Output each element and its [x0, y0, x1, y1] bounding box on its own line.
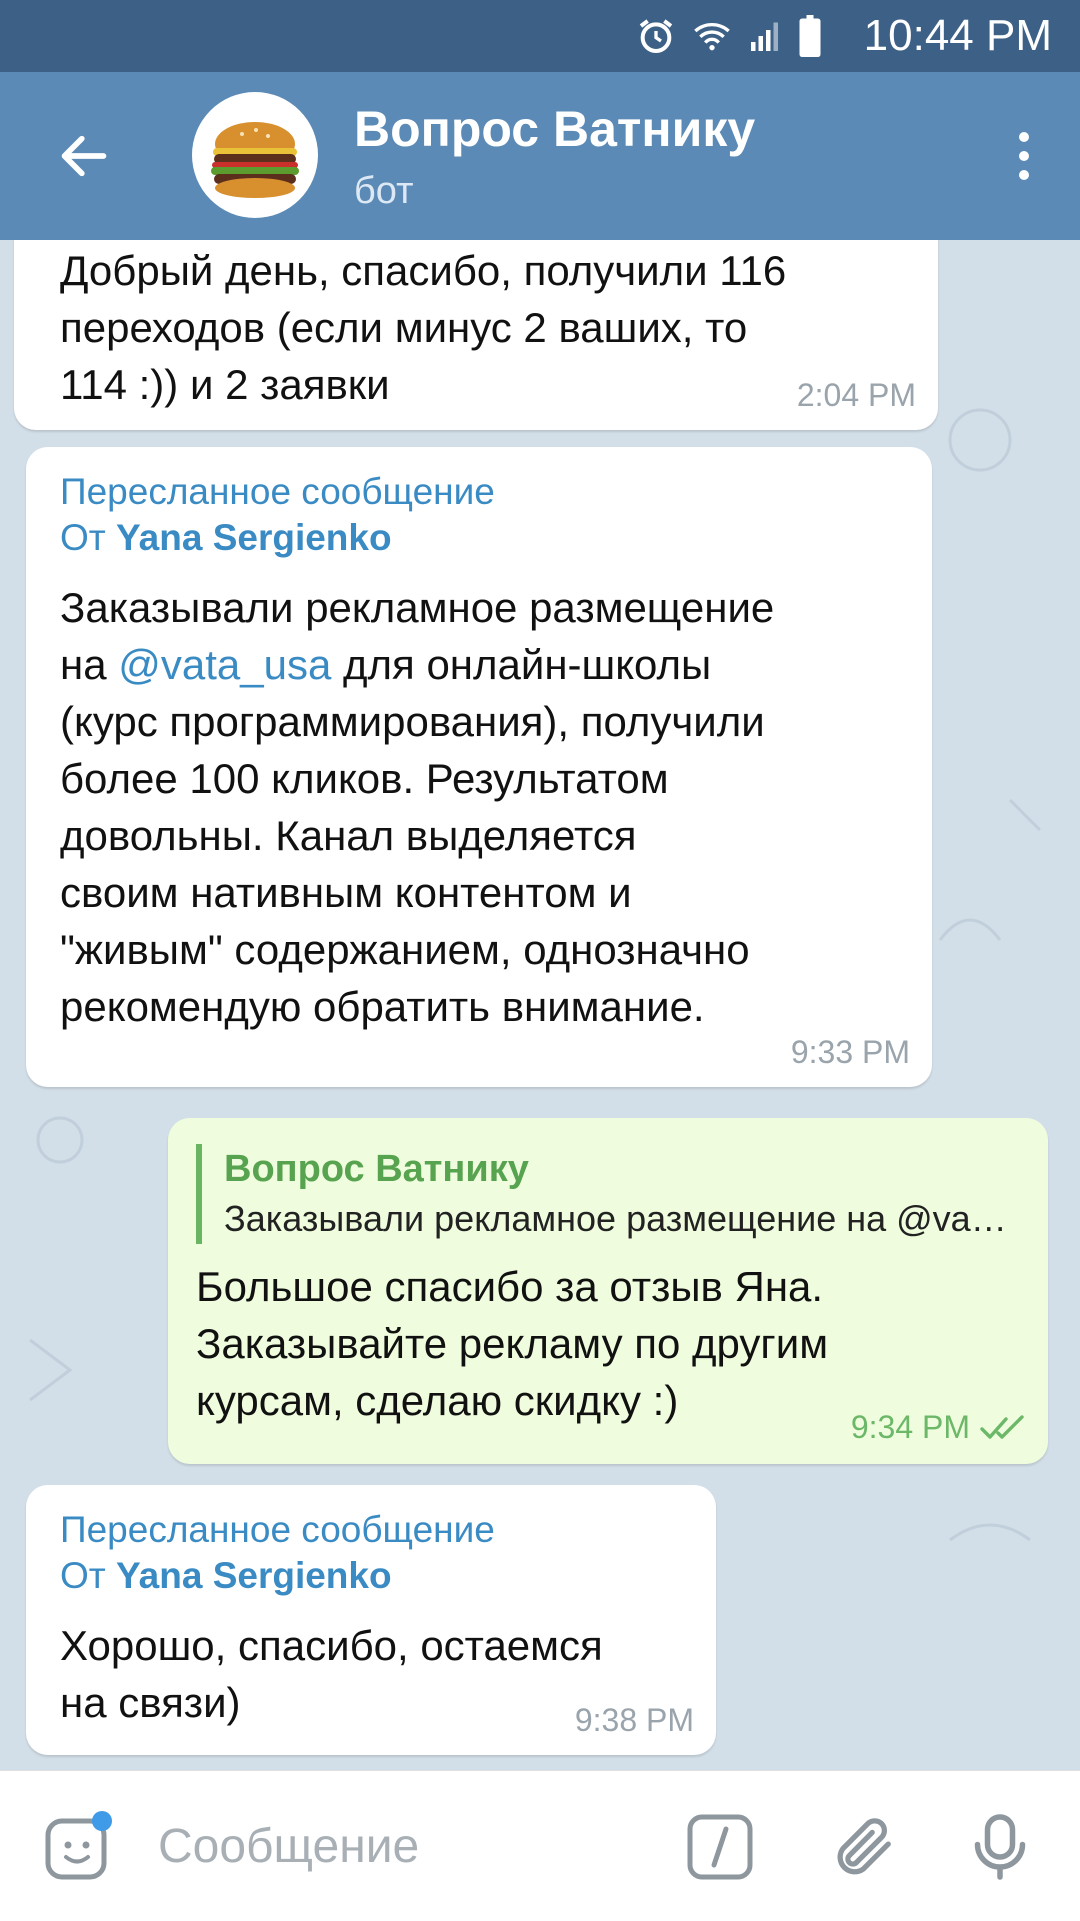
alarm-icon	[639, 19, 673, 54]
chat-avatar[interactable]	[192, 92, 318, 218]
status-bar: 10:44 PM	[0, 0, 1080, 72]
forwarded-from-name[interactable]: Yana Sergienko	[116, 517, 392, 558]
chat-subtitle: бот	[354, 170, 414, 212]
signal-icon	[751, 22, 778, 51]
message-input-bar	[0, 1770, 1080, 1921]
chat-title[interactable]: Вопрос Ватнику	[354, 100, 755, 158]
more-menu-button[interactable]	[992, 112, 1056, 200]
status-time: 10:44 PM	[863, 11, 1052, 60]
voice-message-button[interactable]	[960, 1807, 1040, 1887]
chat-header: Вопрос Ватнику бот	[0, 72, 1080, 240]
message-bubble-forwarded[interactable]: Пересланное сообщение От Yana Sergienko …	[26, 447, 932, 1087]
message-input[interactable]	[156, 1815, 640, 1877]
forwarded-label: Пересланное сообщение	[60, 1509, 495, 1550]
message-bubble-incoming[interactable]: Добрый день, спасибо, получили 116 перех…	[14, 240, 938, 430]
more-vertical-icon	[1019, 132, 1029, 180]
reply-author: Вопрос Ватнику	[224, 1148, 529, 1190]
message-text-part: для онлайн-школы (курс программирования)…	[60, 641, 765, 1030]
battery-icon	[799, 15, 821, 57]
back-arrow-icon	[61, 135, 107, 177]
burger-icon	[211, 122, 299, 198]
slash-command-icon	[687, 1814, 753, 1880]
paperclip-icon	[837, 1818, 891, 1875]
back-button[interactable]	[40, 112, 128, 200]
reply-preview[interactable]: Вопрос Ватнику Заказывали рекламное разм…	[196, 1144, 1048, 1244]
forwarded-from-prefix: От	[60, 1555, 117, 1596]
microphone-icon	[974, 1814, 1026, 1880]
forwarded-from[interactable]: От Yana Sergienko	[60, 1553, 716, 1599]
sticker-button[interactable]	[38, 1807, 118, 1887]
mention-link[interactable]: @vata_usa	[118, 641, 331, 688]
forwarded-from-name[interactable]: Yana Sergienko	[116, 1555, 392, 1596]
message-time: 2:04 PM	[796, 377, 916, 413]
wifi-icon	[694, 23, 730, 51]
forwarded-from-prefix: От	[60, 517, 117, 558]
attach-button[interactable]	[822, 1807, 902, 1887]
message-time: 9:38 PM	[574, 1702, 694, 1738]
bot-commands-button[interactable]	[680, 1807, 760, 1887]
status-icons	[636, 14, 822, 58]
message-time: 9:34 PM	[851, 1409, 1028, 1446]
sticker-icon	[45, 1811, 112, 1880]
double-check-icon	[980, 1414, 1024, 1439]
forwarded-from[interactable]: От Yana Sergienko	[60, 515, 932, 561]
message-text: Заказывали рекламное размещение на @vata…	[60, 579, 932, 1035]
reply-text: Заказывали рекламное размещение на @vata…	[224, 1198, 1014, 1239]
message-text: Большое спасибо за отзыв Яна. Заказывайт…	[196, 1263, 829, 1424]
message-time: 9:33 PM	[790, 1034, 910, 1070]
message-bubble-forwarded[interactable]: Пересланное сообщение От Yana Sergienko …	[26, 1485, 716, 1755]
forwarded-label: Пересланное сообщение	[60, 471, 495, 512]
message-list[interactable]: Добрый день, спасибо, получили 116 перех…	[0, 240, 1080, 1770]
message-time-text: 9:34 PM	[850, 1409, 970, 1445]
message-bubble-outgoing[interactable]: Вопрос Ватнику Заказывали рекламное разм…	[168, 1118, 1048, 1464]
